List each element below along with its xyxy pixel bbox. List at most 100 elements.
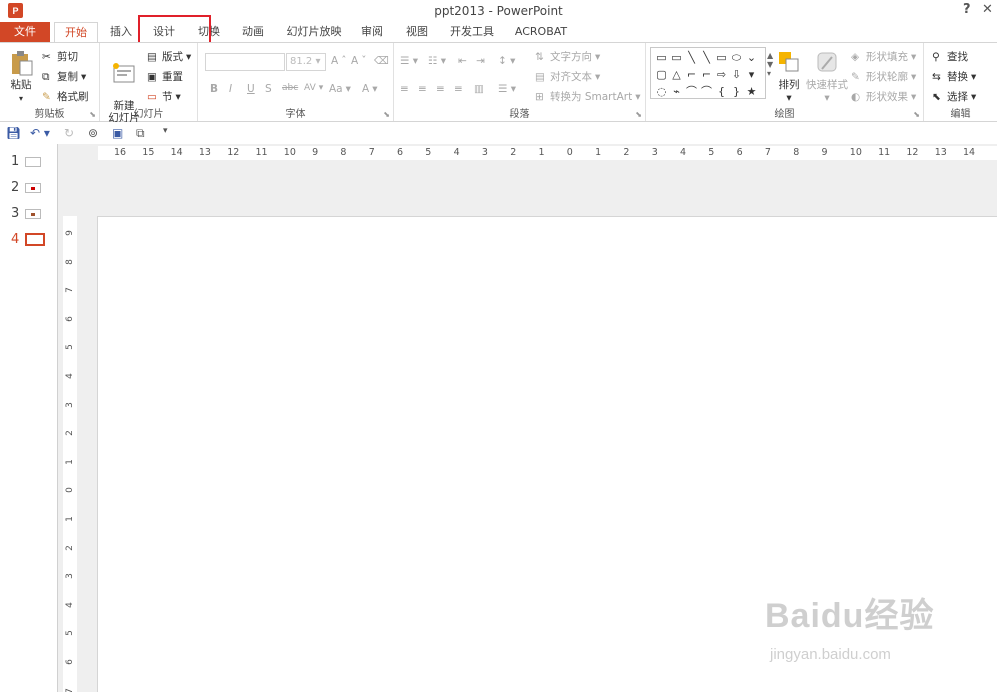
font-size-input[interactable]: 81.2 ▾ [286, 53, 326, 71]
save-as-icon[interactable]: ▣ [112, 126, 123, 140]
format-painter-button[interactable]: ✎ 格式刷 [42, 89, 89, 104]
tab-transitions[interactable]: 切换 [192, 22, 226, 42]
tab-slideshow[interactable]: 幻灯片放映 [283, 22, 345, 42]
tab-developer[interactable]: 开发工具 [445, 22, 499, 42]
replace-button[interactable]: ⇆ 替换 ▾ [932, 69, 976, 84]
shape-option[interactable]: ▭ [669, 49, 684, 66]
slide-thumbnail[interactable]: 3 [11, 206, 42, 221]
shapes-gallery[interactable]: ▭ ▭ ╲ ╲ ▭ ⬭ ⌄ ▢ △ ⌐ ⌐ ⇨ ⇩ ▾ ◌ ⌁ ⌒ ⌒{} ★ [650, 47, 766, 99]
shape-option[interactable]: ⌒ [684, 83, 699, 100]
align-center-button[interactable]: ≡ [418, 83, 427, 95]
paragraph-launcher-icon[interactable]: ⬊ [635, 110, 642, 119]
help-button[interactable]: ? [963, 2, 971, 17]
shape-option[interactable]: ⇩ [729, 66, 744, 83]
numbering-button[interactable]: ☷ ▾ [428, 55, 446, 67]
distribute-button[interactable]: ▥ [474, 83, 484, 95]
shape-option[interactable]: △ [669, 66, 684, 83]
undo-icon[interactable]: ↶ ▾ [30, 126, 50, 140]
clear-format-icon[interactable]: ⌫ [374, 55, 389, 67]
tab-animations[interactable]: 动画 [236, 22, 270, 42]
reset-button[interactable]: ▣ 重置 [147, 69, 183, 84]
tab-view[interactable]: 视图 [400, 22, 434, 42]
shape-fill-button[interactable]: ◈ 形状填充 ▾ [851, 49, 916, 64]
shape-option[interactable]: ◌ [654, 83, 669, 100]
select-button[interactable]: ⬉ 选择 ▾ [932, 89, 976, 104]
tab-home[interactable]: 开始 [54, 22, 98, 43]
tab-insert[interactable]: 插入 [104, 22, 138, 42]
line-spacing-button[interactable]: ↕ ▾ [498, 55, 515, 67]
section-button[interactable]: ▭ 节 ▾ [147, 89, 181, 104]
font-group: 81.2 ▾ Aˆ Aˇ ⌫ B I U S abc AV ▾ Aa ▾ A ▾… [198, 43, 394, 121]
tab-acrobat[interactable]: ACROBAT [510, 22, 572, 42]
bold-button[interactable]: B [210, 83, 218, 95]
find-button[interactable]: ⚲ 查找 [932, 49, 968, 64]
italic-button[interactable]: I [229, 83, 232, 95]
shape-option[interactable]: ▾ [744, 66, 759, 83]
copy-format-icon[interactable]: ⧉ [136, 126, 145, 141]
justify-button[interactable]: ≡ [454, 83, 463, 95]
shadow-button[interactable]: S [265, 83, 272, 95]
shape-option[interactable]: ⇨ [714, 66, 729, 83]
shape-option[interactable]: ▢ [654, 66, 669, 83]
layout-button[interactable]: ▤ 版式 ▾ [147, 49, 191, 64]
align-left-button[interactable]: ≡ [400, 83, 409, 95]
vertical-ruler[interactable]: 9 8 7 6 5 4 3 2 1 0 1 2 3 4 5 6 7 [63, 216, 77, 692]
shape-effects-button[interactable]: ◐ 形状效果 ▾ [851, 89, 916, 104]
ruler-tick-label: 15 [142, 147, 155, 158]
increase-indent-button[interactable]: ⇥ [476, 55, 485, 67]
shape-option[interactable]: ⌐ [684, 66, 699, 83]
shapes-scroll[interactable]: ▲ ▼ ▾ [767, 51, 773, 78]
shape-option[interactable]: ⌄ [744, 49, 759, 66]
bullets-button[interactable]: ☰ ▾ [400, 55, 418, 67]
slide-thumbnail-active[interactable]: 4 [11, 232, 46, 247]
cut-button[interactable]: ✂ 剪切 [42, 49, 78, 64]
slide-preview [25, 182, 42, 193]
grow-font-button[interactable]: Aˆ [331, 55, 346, 67]
quick-styles-button[interactable]: 快速样式 ▾ [806, 49, 848, 104]
shape-option[interactable]: } [729, 83, 744, 100]
change-case-button[interactable]: Aa ▾ [329, 83, 351, 95]
horizontal-ruler[interactable]: 16 15 14 13 12 11 10 9 8 7 6 5 4 3 2 1 0 1 2 3 4 5 6 7 8 9 10 11 12 1… [98, 146, 997, 160]
shape-option[interactable]: ▭ [654, 49, 669, 66]
shape-outline-button[interactable]: ✎ 形状轮廓 ▾ [851, 69, 916, 84]
arrange-button[interactable]: 排列 ▾ [774, 49, 804, 104]
slide-thumbnail[interactable]: 1 [11, 154, 42, 169]
smartart-button[interactable]: ⊞ 转换为 SmartArt ▾ [535, 89, 641, 104]
strikethrough-button[interactable]: abc [282, 83, 298, 93]
tab-file[interactable]: 文件 [0, 22, 50, 42]
tab-design[interactable]: 设计 [146, 22, 182, 42]
tab-review[interactable]: 审阅 [355, 22, 389, 42]
decrease-indent-button[interactable]: ⇤ [458, 55, 467, 67]
shrink-font-button[interactable]: Aˇ [351, 55, 366, 67]
slide-thumbnail[interactable]: 2 [11, 180, 42, 195]
font-color-button[interactable]: A ▾ [362, 83, 377, 95]
drawing-launcher-icon[interactable]: ⬊ [913, 110, 920, 119]
shape-option[interactable]: ★ [744, 83, 759, 100]
shape-option[interactable]: ⌁ [669, 83, 684, 100]
underline-button[interactable]: U [247, 83, 255, 95]
font-launcher-icon[interactable]: ⬊ [383, 110, 390, 119]
redo-icon[interactable]: ↻ [64, 126, 74, 140]
shape-option[interactable]: ▭ [714, 49, 729, 66]
copy-button[interactable]: ⧉ 复制 ▾ [42, 69, 86, 84]
font-name-input[interactable] [205, 53, 285, 71]
paste-button[interactable]: 粘贴 ▾ [6, 49, 36, 104]
text-direction-button[interactable]: ⇅ 文字方向 ▾ [535, 49, 600, 64]
close-button[interactable]: ✕ [982, 2, 993, 17]
align-text-button[interactable]: ▤ 对齐文本 ▾ [535, 69, 600, 84]
ruler-tick-label: 2 [65, 430, 75, 437]
shape-option[interactable]: ╲ [699, 49, 714, 66]
start-slideshow-icon[interactable]: ⊚ [88, 126, 98, 140]
align-right-button[interactable]: ≡ [436, 83, 445, 95]
customize-qat-icon[interactable]: ▾ [163, 126, 168, 136]
shape-option[interactable]: ⬭ [729, 49, 744, 66]
clipboard-launcher-icon[interactable]: ⬊ [89, 110, 96, 119]
ruler-tick-label: 1 [65, 458, 75, 465]
save-icon[interactable]: 💾︎ [6, 126, 21, 140]
shape-option[interactable]: ⌐ [699, 66, 714, 83]
shape-option[interactable]: ╲ [684, 49, 699, 66]
columns-button[interactable]: ☰ ▾ [498, 83, 516, 95]
shape-option[interactable]: { [714, 83, 729, 100]
char-spacing-button[interactable]: AV ▾ [304, 83, 323, 93]
shape-option[interactable]: ⌒ [699, 83, 714, 100]
